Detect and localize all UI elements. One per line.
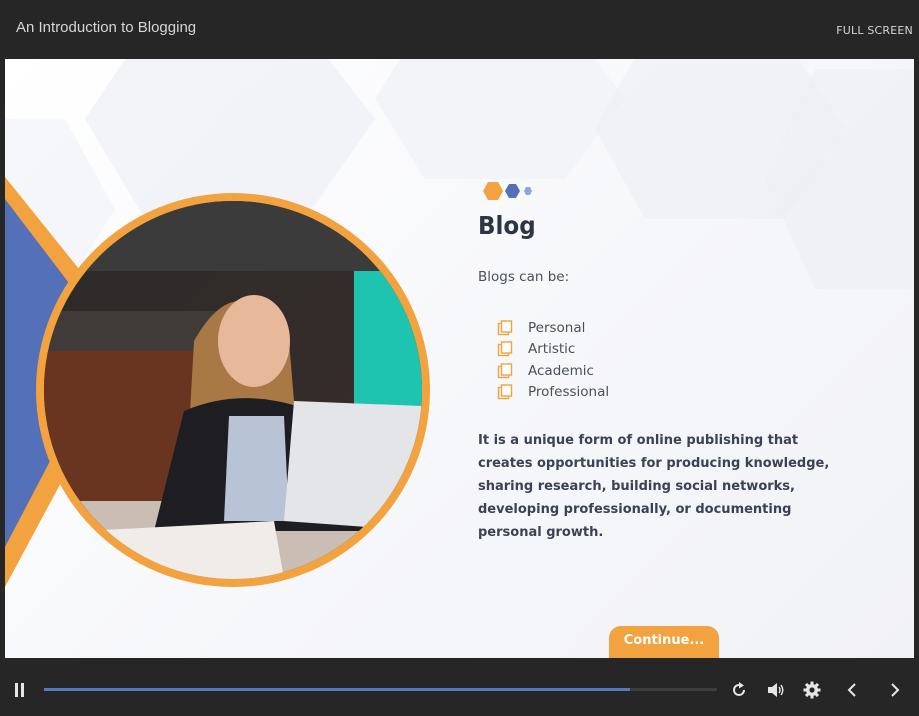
copy-icon bbox=[497, 363, 513, 378]
copy-icon bbox=[497, 341, 513, 357]
slide-canvas: Blog Blogs can be: Personal Artistic Aca… bbox=[5, 59, 914, 658]
slide-heading: Blog bbox=[478, 211, 536, 240]
blog-types-list: Personal Artistic Academic Professional bbox=[497, 317, 609, 403]
continue-button[interactable]: Continue... bbox=[609, 626, 719, 658]
list-item-label: Academic bbox=[528, 362, 594, 379]
intro-text: Blogs can be: bbox=[478, 269, 570, 285]
list-item-label: Professional bbox=[528, 384, 610, 401]
fullscreen-button[interactable]: FULL SCREEN bbox=[836, 24, 913, 37]
previous-icon[interactable] bbox=[845, 682, 859, 698]
blog-description: It is a unique form of online publishing… bbox=[478, 433, 830, 540]
volume-icon[interactable] bbox=[767, 682, 785, 698]
course-title: An Introduction to Blogging bbox=[16, 19, 197, 36]
list-item-label: Personal bbox=[528, 319, 586, 336]
progress-bar-fill bbox=[44, 688, 630, 691]
copy-icon bbox=[497, 320, 513, 335]
pause-icon[interactable] bbox=[13, 682, 27, 698]
progress-bar[interactable] bbox=[44, 688, 717, 691]
settings-icon[interactable] bbox=[803, 681, 821, 699]
next-icon[interactable] bbox=[888, 682, 902, 698]
list-item: Personal bbox=[497, 317, 609, 339]
list-item: Professional bbox=[497, 382, 609, 404]
photo-woman-at-laptop bbox=[44, 201, 422, 579]
list-item: Artistic bbox=[497, 339, 609, 361]
list-item: Academic bbox=[497, 360, 609, 382]
hexagon-dots-decoration bbox=[483, 182, 532, 200]
top-bar: An Introduction to Blogging FULL SCREEN bbox=[0, 0, 919, 58]
replay-icon[interactable] bbox=[731, 682, 747, 698]
copy-icon bbox=[497, 384, 513, 400]
list-item-label: Artistic bbox=[528, 341, 576, 358]
